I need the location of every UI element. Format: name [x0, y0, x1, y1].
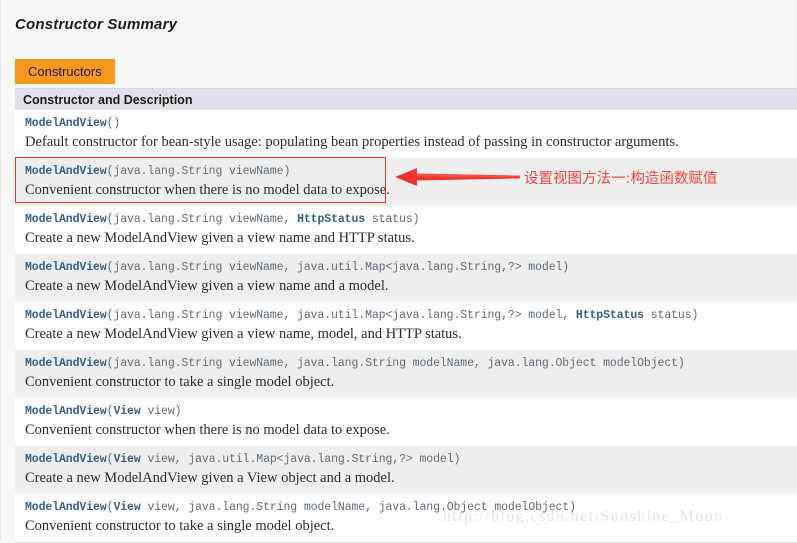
type-link-secondary[interactable]: View — [113, 453, 140, 466]
table-row[interactable]: ModelAndView(java.lang.String viewName, … — [15, 254, 797, 302]
type-link[interactable]: ModelAndView — [25, 165, 107, 178]
table-row[interactable]: ModelAndView(java.lang.String viewName, … — [15, 350, 797, 398]
signature-args-post: status) — [365, 213, 420, 226]
type-link[interactable]: ModelAndView — [25, 453, 107, 466]
type-link-secondary[interactable]: HttpStatus — [297, 213, 365, 226]
type-link[interactable]: ModelAndView — [25, 213, 107, 226]
type-link[interactable]: ModelAndView — [25, 405, 107, 418]
type-link-secondary[interactable]: HttpStatus — [576, 309, 644, 322]
type-link[interactable]: ModelAndView — [25, 501, 107, 514]
constructor-signature: ModelAndView(java.lang.String viewName, … — [25, 212, 797, 228]
table-row[interactable]: ModelAndView(View view, java.util.Map<ja… — [15, 446, 797, 494]
constructor-signature: ModelAndView(java.lang.String viewName, … — [25, 356, 797, 372]
signature-args-post: status) — [643, 309, 699, 322]
constructor-description: Convenient constructor to take a single … — [25, 374, 335, 390]
annotation-arrow-icon — [395, 168, 520, 186]
table-row[interactable]: ModelAndView(java.lang.String viewName, … — [15, 302, 797, 350]
table-row[interactable]: ModelAndView() Default constructor for b… — [15, 110, 797, 158]
signature-args-post: view, java.util.Map<java.lang.String,?> … — [140, 453, 461, 466]
type-link-secondary[interactable]: View — [113, 405, 140, 418]
signature-args-pre: (java.lang.String viewName, — [106, 213, 298, 226]
signature-args: (java.lang.String viewName) — [106, 165, 291, 178]
type-link[interactable]: ModelAndView — [25, 261, 107, 274]
signature-args: () — [106, 117, 121, 130]
signature-args-pre: (java.lang.String viewName, java.util.Ma… — [106, 309, 576, 322]
constructor-description: Default constructor for bean-style usage… — [25, 134, 679, 150]
table-row[interactable]: ModelAndView(View view) Convenient const… — [15, 398, 797, 446]
constructor-signature: ModelAndView(View view) — [25, 404, 797, 420]
signature-args: (java.lang.String viewName, java.lang.St… — [106, 357, 685, 370]
page-root: Constructor Summary Constructors Constru… — [0, 0, 797, 543]
type-link[interactable]: ModelAndView — [25, 117, 107, 130]
constructor-signature: ModelAndView(java.lang.String viewName, … — [25, 308, 797, 324]
constructor-description: Convenient constructor when there is no … — [25, 422, 390, 438]
signature-args: (java.lang.String viewName, java.util.Ma… — [106, 261, 570, 274]
annotation-text: 设置视图方法一:构造函数赋值 — [524, 171, 718, 187]
type-link[interactable]: ModelAndView — [25, 357, 107, 370]
constructor-description: Create a new ModelAndView given a view n… — [25, 230, 415, 246]
type-link-secondary[interactable]: View — [113, 501, 140, 514]
constructor-description: Create a new ModelAndView given a view n… — [25, 278, 389, 294]
tab-strip: Constructors — [15, 59, 115, 84]
watermark-text: http://blog.csdn.net/Sunshine_Moon — [443, 508, 724, 525]
constructor-signature: ModelAndView(View view, java.util.Map<ja… — [25, 452, 797, 468]
type-link[interactable]: ModelAndView — [25, 309, 107, 322]
constructor-signature: ModelAndView(java.lang.String viewName, … — [25, 260, 797, 276]
table-column-header: Constructor and Description — [15, 88, 797, 110]
constructor-description: Create a new ModelAndView given a view n… — [25, 326, 462, 342]
table-row[interactable]: ModelAndView(java.lang.String viewName, … — [15, 206, 797, 254]
constructor-description: Create a new ModelAndView given a View o… — [25, 470, 395, 486]
tab-constructors[interactable]: Constructors — [15, 59, 115, 84]
constructor-signature: ModelAndView() — [25, 116, 797, 132]
signature-args-post: view) — [140, 405, 182, 418]
page-title: Constructor Summary — [15, 16, 178, 33]
constructor-summary-table: Constructor and Description ModelAndView… — [15, 88, 797, 543]
